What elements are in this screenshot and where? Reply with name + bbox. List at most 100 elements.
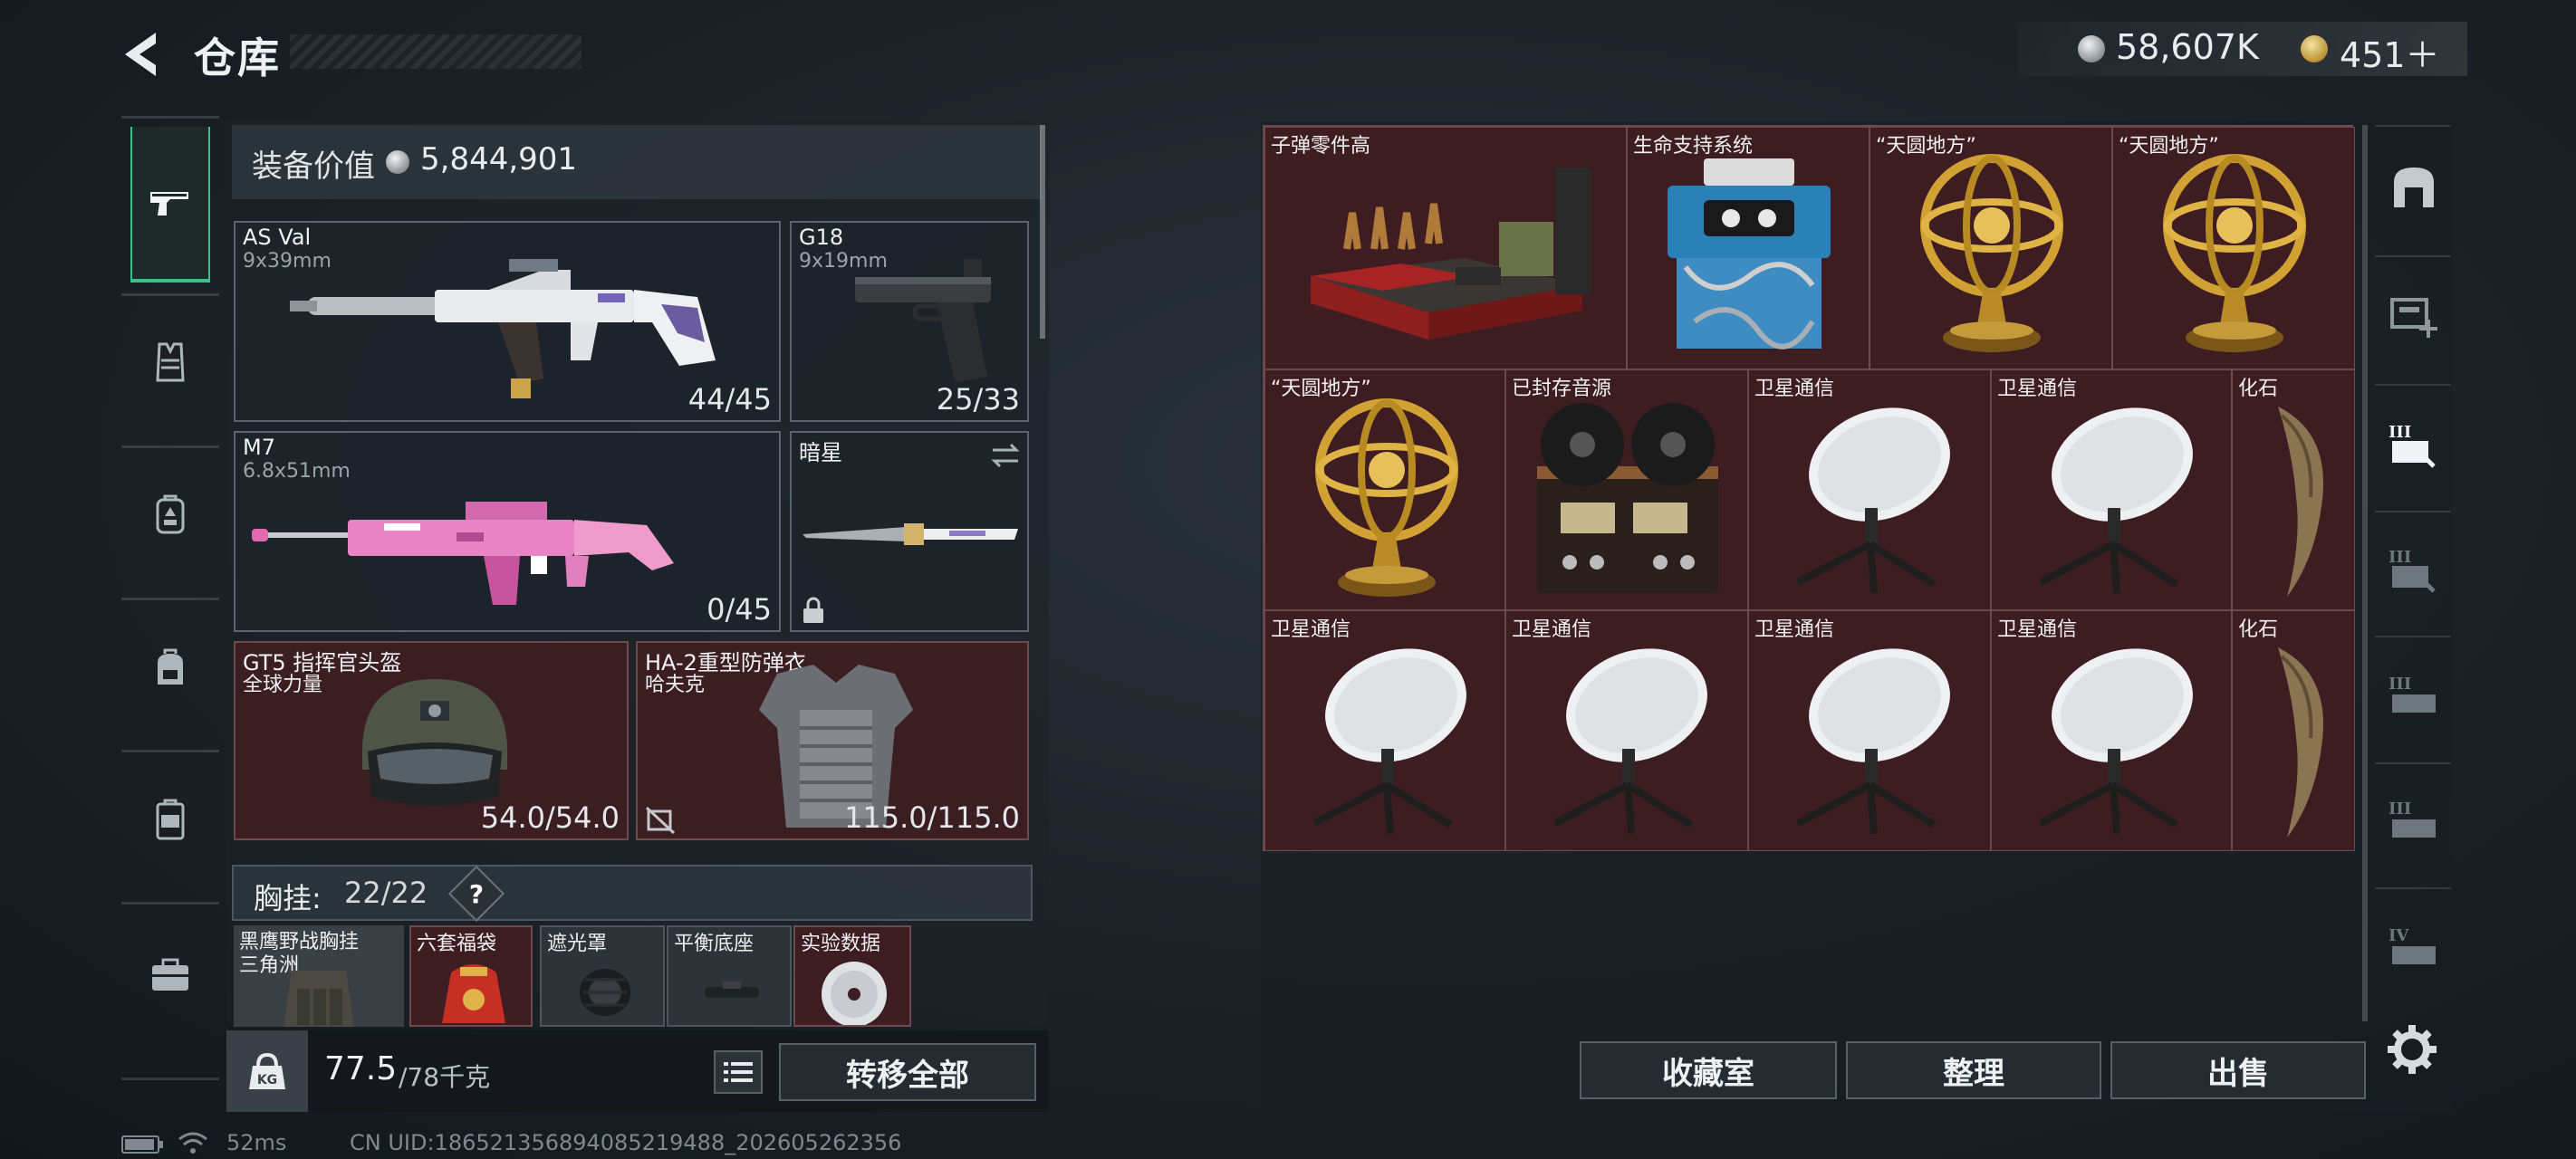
back-arrow-icon[interactable] — [116, 27, 170, 81]
transfer-all-button[interactable]: 转移全部 — [779, 1043, 1036, 1101]
item-name: 遮光罩 — [547, 933, 608, 955]
chest-rig-item-slot[interactable]: 平衡底座 — [667, 925, 792, 1027]
storage-page-icon: III — [2389, 548, 2436, 593]
weapon-ammo-count: 0/45 — [706, 592, 772, 627]
carry-weight-max: /78千克 — [399, 1062, 491, 1092]
as-val-rifle-image — [290, 259, 716, 398]
storage-item-ammo-parts[interactable]: 子弹零件高 — [1264, 127, 1627, 369]
silver-amount: 58,607K — [2116, 27, 2259, 67]
no-repair-icon — [645, 806, 676, 835]
storage-item-armillary-sphere[interactable]: “天圆地方” — [2112, 127, 2355, 369]
storage-item-sealed-audio[interactable]: 已封存音源 — [1505, 369, 1748, 610]
storage-item-satellite-comm[interactable]: 卫星通信 — [1748, 610, 1991, 851]
chest-rig-capacity: 22/22 — [344, 876, 428, 910]
rail-item-backpack[interactable] — [130, 628, 210, 708]
storage-item-satellite-comm[interactable]: 卫星通信 — [1505, 610, 1748, 851]
satellite-dish-image — [1553, 648, 1707, 835]
rail-divider — [121, 598, 219, 600]
ammo-parts-crate-image — [1311, 168, 1591, 340]
item-name: 子弹零件高 — [1271, 135, 1371, 158]
storage-page-icon: III — [2389, 675, 2436, 713]
chest-rig-item-slot[interactable]: 遮光罩 — [540, 925, 665, 1027]
storage-item-fossil[interactable]: 化石 — [2232, 610, 2355, 851]
weapon-ammo-count: 44/45 — [687, 382, 772, 417]
satellite-dish-image — [2039, 407, 2193, 594]
item-name: 卫星通信 — [1271, 618, 1351, 641]
storage-item-satellite-comm[interactable]: 卫星通信 — [1991, 610, 2232, 851]
sell-button[interactable]: 出售 — [2110, 1041, 2366, 1099]
fossil-claw-image — [2278, 407, 2323, 597]
rail-divider — [2375, 384, 2451, 386]
rail-item-storage-page[interactable]: III — [2382, 538, 2446, 601]
melee-name: 暗星 — [799, 440, 842, 465]
rail-item-storage-page[interactable]: III — [2382, 413, 2446, 476]
list-view-button[interactable] — [714, 1050, 763, 1094]
storage-item-fossil[interactable]: 化石 — [2232, 369, 2355, 610]
weapon-slot-sidearm[interactable]: G18 9x19mm 25/33 — [790, 221, 1029, 422]
help-button[interactable]: ? — [447, 865, 505, 923]
gold-amount[interactable]: 451＋ — [2340, 27, 2440, 77]
g18-pistol-image — [855, 259, 991, 382]
rail-item-storage-page[interactable]: III — [2382, 665, 2446, 728]
chest-rig-item-slot[interactable]: 实验数据 — [793, 925, 911, 1027]
equipment-value-bar: 装备价值 5,844,901 — [232, 125, 1042, 199]
organize-button[interactable]: 整理 — [1846, 1041, 2101, 1099]
weapon-name: M7 — [243, 435, 275, 460]
silver-coin-icon — [386, 150, 409, 174]
melee-slot[interactable]: 暗星 — [790, 431, 1029, 632]
storage-item-satellite-comm[interactable]: 卫星通信 — [1991, 369, 2232, 610]
storage-grid: 子弹零件高 生命支持系统 “天圆地方” “天圆地方” “天圆地方” 已封存音源 … — [1263, 125, 2355, 851]
toolbox-icon — [152, 958, 188, 991]
armillary-sphere-image — [2163, 154, 2306, 352]
armor-durability: 115.0/115.0 — [844, 800, 1020, 835]
armor-slot[interactable]: HA-2重型防弹衣 哈夫克 115.0/115.0 — [636, 641, 1029, 840]
rail-item-weapons[interactable] — [130, 127, 210, 283]
rail-divider — [2375, 636, 2451, 637]
equipment-category-rail — [121, 116, 219, 1081]
rail-divider — [121, 902, 219, 905]
rail-item-storage-page[interactable]: III — [2382, 790, 2446, 853]
svg-text:IV: IV — [2389, 926, 2409, 945]
item-name: “天圆地方” — [1876, 135, 1976, 158]
rail-divider — [2375, 125, 2451, 127]
container-icon — [156, 799, 185, 840]
lock-icon — [803, 597, 823, 623]
chest-rig-item-slot[interactable]: 黑鹰野战胸挂 三角洲 — [234, 925, 404, 1027]
rail-item-toolbox[interactable] — [130, 934, 210, 1014]
rail-item-vest[interactable] — [130, 322, 210, 402]
backpack-icon — [158, 648, 183, 685]
item-name: 卫星通信 — [1754, 618, 1835, 641]
lens-hood-image — [580, 969, 630, 1016]
gear-icon[interactable] — [2384, 1021, 2440, 1078]
collection-room-button[interactable]: 收藏室 — [1580, 1041, 1837, 1099]
rail-item-safehouse[interactable] — [2382, 156, 2446, 219]
item-name: 化石 — [2238, 378, 2279, 400]
storage-scrollbar[interactable] — [2362, 125, 2368, 1021]
rail-item-container[interactable] — [130, 781, 210, 860]
storage-item-life-support[interactable]: 生命支持系统 — [1627, 127, 1870, 369]
rail-divider — [121, 1078, 219, 1080]
item-name: 化石 — [2238, 618, 2279, 641]
swap-icon[interactable] — [989, 442, 1022, 469]
equipment-scrollbar[interactable] — [1040, 125, 1045, 339]
chest-rig-item-slot[interactable]: 六套福袋 — [409, 925, 533, 1027]
weapon-slot-primary[interactable]: AS Val 9x39mm 44/45 — [234, 221, 781, 422]
rail-divider — [121, 750, 219, 752]
fossil-claw-image — [2278, 647, 2323, 838]
kettlebell-icon: KG — [249, 1052, 285, 1089]
item-name: 实验数据 — [801, 933, 881, 955]
storage-item-armillary-sphere[interactable]: “天圆地方” — [1264, 369, 1505, 610]
rail-item-storage-page[interactable]: IV — [2382, 916, 2446, 980]
rail-item-add-storage[interactable] — [2382, 283, 2446, 346]
storage-item-armillary-sphere[interactable]: “天圆地方” — [1870, 127, 2112, 369]
help-icon: ? — [468, 878, 485, 909]
storage-item-satellite-comm[interactable]: 卫星通信 — [1264, 610, 1505, 851]
weapon-slot-secondary[interactable]: M7 6.8x51mm 0/45 — [234, 431, 781, 632]
svg-text:III: III — [2389, 423, 2411, 442]
rail-divider — [2375, 762, 2451, 764]
storage-item-satellite-comm[interactable]: 卫星通信 — [1748, 369, 1991, 610]
storage-page-rail: III III III III IV — [2371, 121, 2455, 1027]
item-name: 卫星通信 — [1997, 618, 2078, 641]
rail-item-backpack-upgrade[interactable] — [130, 474, 210, 554]
helmet-slot[interactable]: GT5 指挥官头盔 全球力量 54.0/54.0 — [234, 641, 629, 840]
